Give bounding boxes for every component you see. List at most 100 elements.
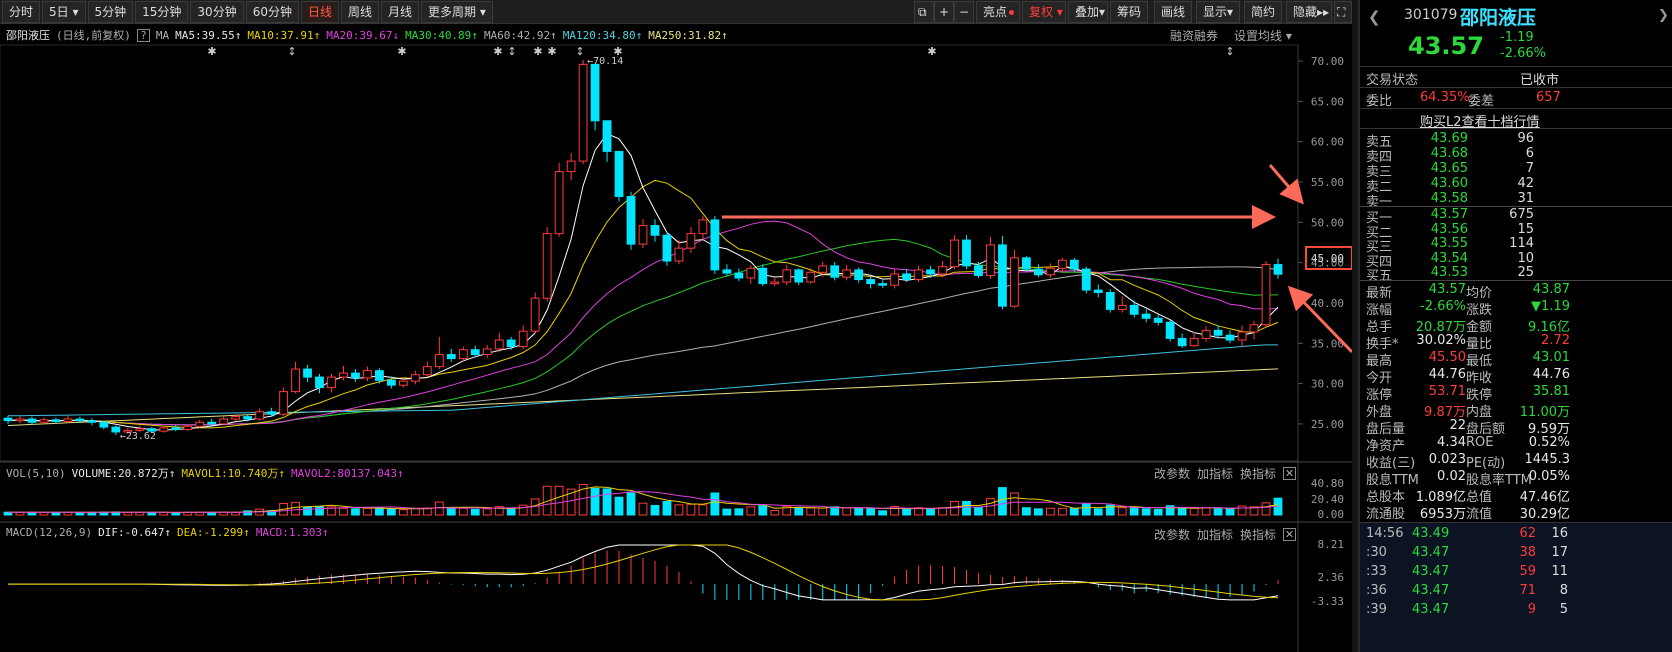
vol-close-icon[interactable]: ✕ xyxy=(1283,467,1296,480)
candle-body xyxy=(1057,259,1067,269)
candle-body xyxy=(159,427,169,432)
volume-bar xyxy=(854,507,864,516)
macd-add-indicator[interactable]: 加指标 xyxy=(1197,526,1233,543)
candle-body xyxy=(387,379,396,386)
candle-body xyxy=(51,419,61,422)
stat-value: 0.023 xyxy=(1428,452,1466,467)
volume-bar xyxy=(878,510,888,516)
candle-body xyxy=(794,269,804,283)
volume-bar xyxy=(1141,508,1151,516)
stat-label: 股息TTM xyxy=(1366,473,1419,488)
vol-switch-indicator[interactable]: 换指标 xyxy=(1240,465,1276,482)
volume-bar xyxy=(1153,508,1163,516)
candle-body xyxy=(962,239,971,267)
stat-label: 收益(三) xyxy=(1366,456,1416,471)
stat-value: 0.02 xyxy=(1437,469,1466,484)
stat-value: 43.57 xyxy=(1428,282,1466,297)
stat-value: 44.76 xyxy=(1428,367,1466,382)
stat-label: 盘后额 xyxy=(1466,422,1506,437)
stat-label: 今开 xyxy=(1366,371,1393,386)
volume-bar xyxy=(674,504,684,516)
event-marker-icon[interactable]: ✱ xyxy=(207,45,216,58)
candle-body xyxy=(770,281,780,285)
event-marker-icon[interactable]: ✱ xyxy=(547,45,556,58)
macd-switch-indicator[interactable]: 换指标 xyxy=(1240,526,1276,543)
stat-label: 流值 xyxy=(1466,507,1493,522)
tick-count: 8 xyxy=(1559,583,1568,598)
candle-body xyxy=(614,150,624,198)
quote-next-icon[interactable]: ❯ xyxy=(1658,8,1669,23)
low-price-label: ←23.62 xyxy=(120,431,156,442)
candle-body xyxy=(1033,268,1043,276)
volume-bar xyxy=(446,508,456,516)
macd-tick-label: -3.33 xyxy=(1311,595,1344,608)
event-marker-icon[interactable]: ↕ xyxy=(575,45,584,58)
volume-bar xyxy=(902,508,911,516)
volume-bar xyxy=(1093,508,1103,516)
vol-add-indicator[interactable]: 加指标 xyxy=(1197,465,1233,482)
volume-bar xyxy=(375,507,384,516)
stat-value: 53.71 xyxy=(1428,384,1466,399)
candle-body xyxy=(327,376,336,389)
kline-chart[interactable]: 70.0065.0060.0055.0050.0045.0040.0035.00… xyxy=(0,0,1352,652)
vol-change-params[interactable]: 改参数 xyxy=(1154,465,1190,482)
candle-body xyxy=(315,376,324,389)
tick-row: :30 43.47 38 17 xyxy=(1366,545,1666,562)
tick-price: 43.49 xyxy=(1412,526,1450,541)
volume-bar xyxy=(590,487,600,516)
event-marker-icon[interactable]: ✱ xyxy=(397,45,406,58)
candle-body xyxy=(1081,268,1091,291)
volume-bar xyxy=(482,508,492,516)
stat-label: 内盘 xyxy=(1466,405,1493,420)
event-marker-icon[interactable]: ↕ xyxy=(1225,45,1234,58)
candle-body xyxy=(303,368,312,378)
volume-bar xyxy=(1045,507,1055,516)
quote-back-icon[interactable]: ❮ xyxy=(1368,8,1381,26)
candle-body xyxy=(339,372,348,378)
volume-bar xyxy=(758,505,768,516)
candle-body xyxy=(782,269,792,283)
volume-bar xyxy=(387,508,396,516)
stat-row: 涨幅 -2.66% 涨跌 ▼1.19 xyxy=(1366,299,1666,318)
candle-body xyxy=(410,374,420,382)
stat-row: 流通股 6953万 流值 30.29亿 xyxy=(1366,503,1666,522)
stat-value: ▼1.19 xyxy=(1531,299,1570,314)
volume-bar xyxy=(686,503,696,516)
candle-body xyxy=(650,225,660,236)
macd-change-params[interactable]: 改参数 xyxy=(1154,526,1190,543)
volume-bar xyxy=(926,508,935,516)
candle-body xyxy=(183,425,193,431)
event-marker-icon[interactable]: ↕ xyxy=(507,45,516,58)
volume-bar xyxy=(746,506,756,516)
event-marker-icon[interactable]: ✱ xyxy=(533,45,542,58)
macd-dea: DEA:-1.299↑ xyxy=(176,526,250,539)
candle-body xyxy=(1177,337,1187,347)
vol-tick-label: 20.40 xyxy=(1311,493,1344,506)
event-marker-icon[interactable]: ✱ xyxy=(613,45,622,58)
event-marker-icon[interactable]: ✱ xyxy=(493,45,502,58)
stat-value: 11.00万 xyxy=(1519,405,1570,420)
event-marker-icon[interactable]: ✱ xyxy=(927,45,936,58)
candle-body xyxy=(890,273,899,286)
candle-body xyxy=(363,370,372,379)
candle-body xyxy=(171,427,181,431)
candle-body xyxy=(878,283,888,286)
candle-body xyxy=(291,368,300,393)
tick-count: 11 xyxy=(1551,564,1568,579)
vol-tick-label: 0.00 xyxy=(1318,508,1345,521)
volume-bar xyxy=(1081,503,1091,516)
stat-value: 0.52% xyxy=(1528,435,1570,450)
macd-close-icon[interactable]: ✕ xyxy=(1283,528,1296,541)
candle-body xyxy=(494,339,504,350)
tick-volume: 71 xyxy=(1519,583,1536,598)
stat-value: 45.50 xyxy=(1428,350,1466,365)
candle-body xyxy=(63,418,73,422)
volume-bar xyxy=(986,498,995,516)
wb-value: 64.35% xyxy=(1420,90,1470,105)
stat-value: 30.29亿 xyxy=(1519,507,1570,522)
tick-price: 43.47 xyxy=(1412,545,1450,560)
stat-label: 总股本 xyxy=(1366,490,1406,505)
event-marker-icon[interactable]: ↕ xyxy=(287,45,296,58)
tick-time: :33 xyxy=(1366,564,1387,579)
vol-mavol1: MAVOL1:10.740万↑ xyxy=(181,467,286,480)
